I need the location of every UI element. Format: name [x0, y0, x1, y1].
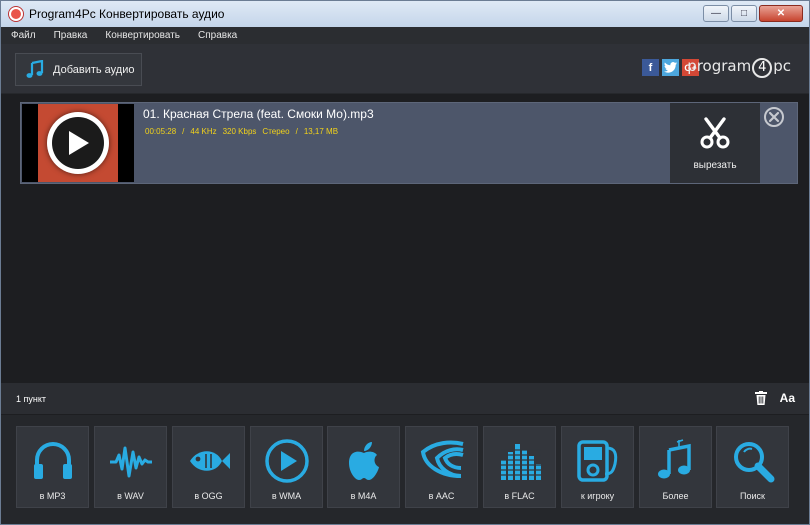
item-count: 1 пункт	[16, 393, 47, 404]
title-bar: Program4Pc Конвертировать аудио — □ ✕	[1, 1, 809, 27]
signal-icon	[420, 440, 464, 478]
logo-text-pre: program	[687, 57, 752, 75]
format-m4a-button[interactable]: в M4A	[327, 426, 400, 508]
twitter-icon[interactable]	[662, 59, 679, 76]
fish-icon	[189, 451, 230, 471]
format-player-label: к игроку	[580, 491, 615, 501]
file-channels: Стерео	[262, 127, 290, 136]
file-name: 01. Красная Стрела (feat. Смоки Мо).mp3	[143, 107, 374, 121]
file-sample-rate: 44 KHz	[190, 127, 217, 136]
play-preview-button[interactable]	[47, 112, 109, 174]
status-bar: 1 пункт Aa	[1, 383, 809, 414]
menu-file[interactable]: Файл	[11, 30, 36, 41]
album-thumbnail	[22, 104, 134, 182]
play-icon	[264, 439, 309, 483]
close-button[interactable]: ✕	[759, 5, 803, 22]
music-note-icon	[26, 59, 44, 78]
format-more-button[interactable]: Более	[639, 426, 712, 508]
add-audio-label: Добавить аудио	[53, 63, 135, 76]
list-item[interactable]: 01. Красная Стрела (feat. Смоки Мо).mp3 …	[20, 102, 798, 184]
format-more-label: Более	[662, 491, 689, 501]
add-audio-button[interactable]: Добавить аудио	[15, 53, 142, 86]
maximize-button[interactable]: □	[731, 5, 757, 22]
album-cover	[38, 104, 118, 182]
format-mp3-label: в MP3	[39, 491, 66, 501]
menu-bar: Файл Правка Конвертировать Справка	[1, 27, 809, 44]
format-aac-button[interactable]: в AAC	[405, 426, 478, 508]
minimize-button[interactable]: —	[703, 5, 729, 22]
apple-icon	[348, 442, 379, 480]
brand-logo: program 4 pc	[687, 57, 791, 78]
meta-separator: /	[295, 127, 298, 136]
format-ogg-button[interactable]: в OGG	[172, 426, 245, 508]
logo-digit: 4	[752, 58, 773, 78]
facebook-icon[interactable]: f	[642, 59, 659, 76]
search-icon	[733, 442, 774, 483]
equalizer-icon	[500, 444, 541, 480]
player-icon	[576, 440, 617, 482]
format-aac-label: в AAC	[428, 491, 455, 501]
format-m4a-label: в M4A	[350, 491, 377, 501]
app-logo-icon	[9, 7, 23, 21]
wave-icon	[109, 446, 152, 478]
format-wav-button[interactable]: в WAV	[94, 426, 167, 508]
meta-separator: /	[182, 127, 185, 136]
format-wma-button[interactable]: в WMA	[250, 426, 323, 508]
window-title: Program4Pc Конвертировать аудио	[29, 7, 225, 21]
scissors-icon	[700, 116, 730, 148]
cut-label: вырезать	[693, 159, 737, 171]
remove-item-icon[interactable]	[763, 106, 785, 128]
logo-text-post: pc	[773, 57, 791, 75]
format-mp3-button[interactable]: в MP3	[16, 426, 89, 508]
play-icon	[69, 131, 89, 155]
file-duration: 00:05:28	[145, 127, 177, 136]
music-note-icon	[657, 439, 691, 479]
file-list: 01. Красная Стрела (feat. Смоки Мо).mp3 …	[8, 95, 802, 382]
format-wav-label: в WAV	[117, 491, 144, 501]
format-player-button[interactable]: к игроку	[561, 426, 634, 508]
cut-button[interactable]: вырезать	[670, 103, 760, 183]
menu-edit[interactable]: Правка	[54, 30, 88, 41]
format-wma-label: в WMA	[271, 491, 302, 501]
font-size-button[interactable]: Aa	[780, 391, 795, 405]
trash-icon[interactable]	[755, 391, 767, 405]
file-metadata: 00:05:28 / 44 KHz 320 Kbps Стерео / 13,1…	[145, 127, 338, 136]
file-bitrate: 320 Kbps	[222, 127, 257, 136]
window-controls: — □ ✕	[703, 5, 803, 22]
format-ogg-label: в OGG	[194, 491, 223, 501]
menu-convert[interactable]: Конвертировать	[105, 30, 180, 41]
menu-help[interactable]: Справка	[198, 30, 237, 41]
format-flac-label: в FLAC	[504, 491, 535, 501]
headphones-icon	[33, 442, 72, 479]
app-window: Program4Pc Конвертировать аудио — □ ✕ Фа…	[0, 0, 810, 525]
format-flac-button[interactable]: в FLAC	[483, 426, 556, 508]
format-panel: в MP3 в WAV в OGG в WMA в M4A в AAC в FL…	[1, 415, 809, 524]
file-size: 13,17 MB	[303, 127, 339, 136]
format-search-label: Поиск	[740, 491, 765, 501]
toolbar: Добавить аудио f G+ program 4 pc	[1, 44, 809, 94]
format-search-button[interactable]: Поиск	[716, 426, 789, 508]
